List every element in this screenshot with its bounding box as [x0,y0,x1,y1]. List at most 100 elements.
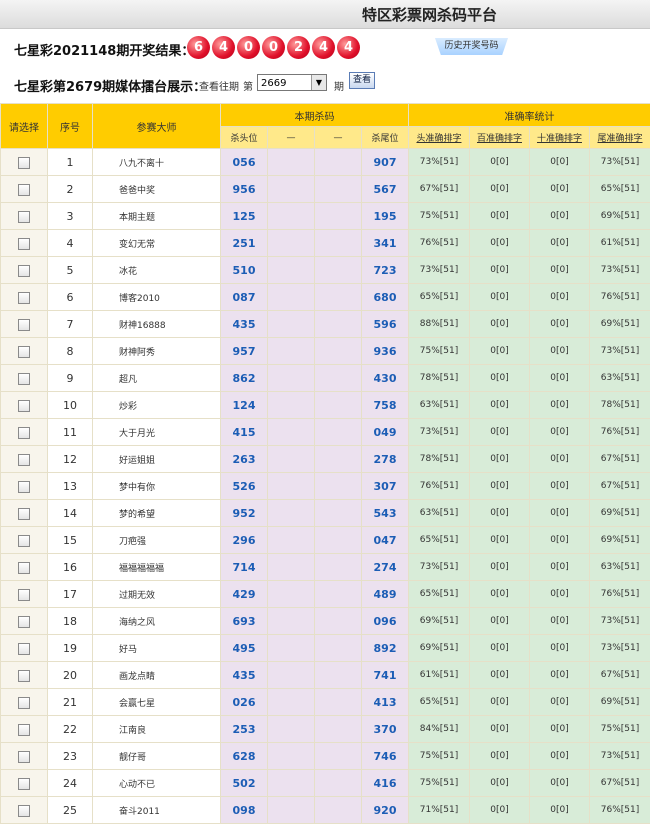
kill-head-value: 526 [220,472,268,500]
row-index: 20 [47,661,93,689]
kill-tail-value: 741 [361,661,409,689]
expert-name: 本期主题 [92,202,221,230]
select-cell[interactable] [0,688,48,716]
row-checkbox[interactable] [18,643,30,655]
head-stat-value: 63%[51] [408,391,470,419]
row-checkbox[interactable] [18,724,30,736]
tail-stat-value: 67%[51] [589,769,650,797]
kill-tail-value: 543 [361,499,409,527]
select-cell[interactable] [0,445,48,473]
select-cell[interactable] [0,391,48,419]
view-button[interactable]: 查看 [349,72,375,89]
kill-tail-value: 430 [361,364,409,392]
table-row: 2 爸爸中奖 956 567 67%[51] 0[0] 0[0] 65%[51] [0,175,650,203]
select-cell[interactable] [0,148,48,176]
header-head-stat[interactable]: 头准确排字 [408,126,470,149]
row-checkbox[interactable] [18,508,30,520]
select-cell[interactable] [0,472,48,500]
history-results-tab[interactable]: 历史开奖号码 [435,38,508,55]
hundred-stat-value: 0[0] [469,391,530,419]
tail-stat-value: 78%[51] [589,391,650,419]
select-cell[interactable] [0,310,48,338]
select-cell[interactable] [0,418,48,446]
tail-stat-value: 76%[51] [589,796,650,824]
kill-head-value: 495 [220,634,268,662]
row-checkbox[interactable] [18,319,30,331]
row-checkbox[interactable] [18,697,30,709]
kill-head-value: 952 [220,499,268,527]
hundred-stat-value: 0[0] [469,634,530,662]
hundred-stat-value: 0[0] [469,337,530,365]
select-cell[interactable] [0,715,48,743]
empty-cell [267,148,315,176]
empty-cell [314,499,362,527]
select-cell[interactable] [0,580,48,608]
hundred-stat-value: 0[0] [469,148,530,176]
row-checkbox[interactable] [18,373,30,385]
select-cell[interactable] [0,769,48,797]
result-ball: 4 [212,36,235,59]
select-cell[interactable] [0,337,48,365]
chevron-down-icon[interactable]: ▼ [311,75,326,90]
header-ten-stat[interactable]: 十准确排字 [529,126,590,149]
row-checkbox[interactable] [18,292,30,304]
table-row: 13 梦中有你 526 307 76%[51] 0[0] 0[0] 67%[51] [0,472,650,500]
ten-stat-value: 0[0] [529,418,590,446]
row-checkbox[interactable] [18,751,30,763]
kill-tail-value: 096 [361,607,409,635]
header-current-kill: 本期杀码 [220,103,409,127]
expert-name: 爸爸中奖 [92,175,221,203]
table-row: 5 冰花 510 723 73%[51] 0[0] 0[0] 73%[51] [0,256,650,284]
row-checkbox[interactable] [18,616,30,628]
tail-stat-value: 73%[51] [589,337,650,365]
row-checkbox[interactable] [18,562,30,574]
select-cell[interactable] [0,499,48,527]
period-suffix-label: 期 [334,82,344,93]
select-cell[interactable] [0,526,48,554]
expert-name: 心动不已 [92,769,221,797]
row-checkbox[interactable] [18,778,30,790]
select-cell[interactable] [0,256,48,284]
select-cell[interactable] [0,607,48,635]
select-cell[interactable] [0,283,48,311]
empty-cell [314,715,362,743]
period-select[interactable]: 2669 ▼ [257,74,327,91]
row-checkbox[interactable] [18,265,30,277]
row-checkbox[interactable] [18,670,30,682]
expert-name: 八九不离十 [92,148,221,176]
kill-head-value: 502 [220,769,268,797]
row-checkbox[interactable] [18,238,30,250]
ten-stat-value: 0[0] [529,364,590,392]
select-cell[interactable] [0,553,48,581]
row-checkbox[interactable] [18,535,30,547]
row-checkbox[interactable] [18,157,30,169]
select-cell[interactable] [0,796,48,824]
ten-stat-value: 0[0] [529,445,590,473]
row-checkbox[interactable] [18,427,30,439]
row-checkbox[interactable] [18,589,30,601]
empty-cell [314,256,362,284]
header-tail-stat[interactable]: 尾准确排字 [589,126,650,149]
table-row: 7 财神16888 435 596 88%[51] 0[0] 0[0] 69%[51] [0,310,650,338]
header-expert: 参赛大师 [92,103,221,149]
select-cell[interactable] [0,202,48,230]
select-cell[interactable] [0,175,48,203]
head-stat-value: 75%[51] [408,769,470,797]
select-cell[interactable] [0,661,48,689]
select-cell[interactable] [0,364,48,392]
row-checkbox[interactable] [18,184,30,196]
row-checkbox[interactable] [18,454,30,466]
empty-cell [314,364,362,392]
header-hundred-stat[interactable]: 百准确排字 [469,126,530,149]
select-cell[interactable] [0,742,48,770]
row-checkbox[interactable] [18,346,30,358]
row-checkbox[interactable] [18,481,30,493]
select-cell[interactable] [0,229,48,257]
row-checkbox[interactable] [18,805,30,817]
arena-label: 七星彩第2679期媒体擂台展示： [14,80,207,95]
row-index: 7 [47,310,93,338]
row-index: 13 [47,472,93,500]
row-checkbox[interactable] [18,400,30,412]
row-checkbox[interactable] [18,211,30,223]
select-cell[interactable] [0,634,48,662]
